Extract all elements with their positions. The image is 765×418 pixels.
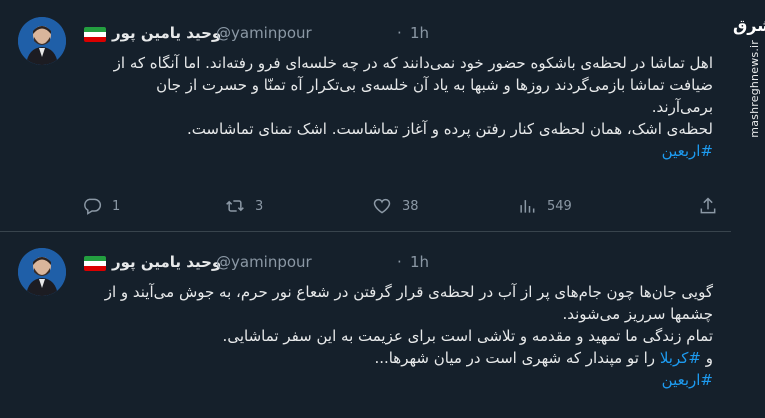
- author-name[interactable]: وحید یامین پور: [112, 24, 221, 42]
- author-name[interactable]: وحید یامین پور: [112, 253, 221, 271]
- iran-flag-icon: [84, 27, 106, 42]
- avatar[interactable]: [18, 248, 66, 296]
- timestamp[interactable]: 1h: [410, 253, 429, 271]
- mashregh-logo: مشرق: [733, 16, 765, 35]
- views-button[interactable]: 549: [517, 193, 572, 219]
- share-icon: [700, 197, 716, 214]
- twitter-thread-screenshot: وحید یامین پور @yaminpour · 1h اهل تماشا…: [0, 0, 765, 418]
- line-prefix: و: [705, 349, 713, 367]
- views-count: 549: [547, 198, 572, 214]
- like-count: 38: [402, 198, 419, 214]
- author-handle[interactable]: @yaminpour: [216, 24, 312, 42]
- separator-dot: ·: [397, 253, 402, 271]
- avatar[interactable]: [18, 17, 66, 65]
- tweet-header: وحید یامین پور @yaminpour · 1h: [80, 24, 721, 46]
- tweet-line: تمام زندگی ما تمهید و مقدمه و تلاشی است …: [222, 327, 713, 345]
- tweet-text: گویی جان‌ها چون جام‌های پر از آب در لحظه…: [93, 281, 713, 391]
- retweet-count: 3: [255, 198, 264, 214]
- retweet-icon: [226, 200, 244, 212]
- hashtag-link[interactable]: #اربعین: [662, 371, 713, 389]
- tweet-1[interactable]: وحید یامین پور @yaminpour · 1h اهل تماشا…: [0, 0, 731, 232]
- like-button[interactable]: 38: [372, 193, 419, 219]
- tweet-line: اهل تماشا در لحظه‌ی باشکوه حضور خود نمی‌…: [113, 54, 713, 116]
- tweet-text: اهل تماشا در لحظه‌ی باشکوه حضور خود نمی‌…: [93, 52, 713, 162]
- tweet-line: لحظه‌ی اشک، همان لحظه‌ی کنار رفتن پرده و…: [186, 120, 713, 138]
- views-icon: [520, 200, 535, 213]
- author-handle[interactable]: @yaminpour: [216, 253, 312, 271]
- iran-flag-icon: [84, 256, 106, 271]
- timestamp[interactable]: 1h: [410, 24, 429, 42]
- tweet-header: وحید یامین پور @yaminpour · 1h: [80, 253, 721, 275]
- reply-icon: [84, 198, 102, 215]
- heart-icon: [373, 198, 391, 214]
- tweet-2[interactable]: وحید یامین پور @yaminpour · 1h گویی جان‌…: [0, 233, 731, 418]
- tweet-line: گویی جان‌ها چون جام‌های پر از آب در لحظه…: [104, 283, 713, 323]
- hashtag-link[interactable]: #کربلا: [660, 349, 701, 367]
- hashtag-link[interactable]: #اربعین: [662, 142, 713, 160]
- retweet-button[interactable]: 3: [225, 193, 263, 219]
- tweet-line: و #کربلا را تو مپندار که شهری است در میا…: [93, 347, 713, 369]
- tweet-actions: 1 3 38 549: [80, 193, 720, 219]
- watermark-strip: مشرق mashreghnews.ir: [731, 0, 765, 418]
- reply-count: 1: [112, 198, 121, 214]
- line-suffix: را تو مپندار که شهری است در میان شهرها..…: [374, 349, 656, 367]
- watermark-url: mashreghnews.ir: [748, 40, 761, 138]
- reply-button[interactable]: 1: [82, 193, 120, 219]
- separator-dot: ·: [397, 24, 402, 42]
- share-button[interactable]: [698, 193, 718, 219]
